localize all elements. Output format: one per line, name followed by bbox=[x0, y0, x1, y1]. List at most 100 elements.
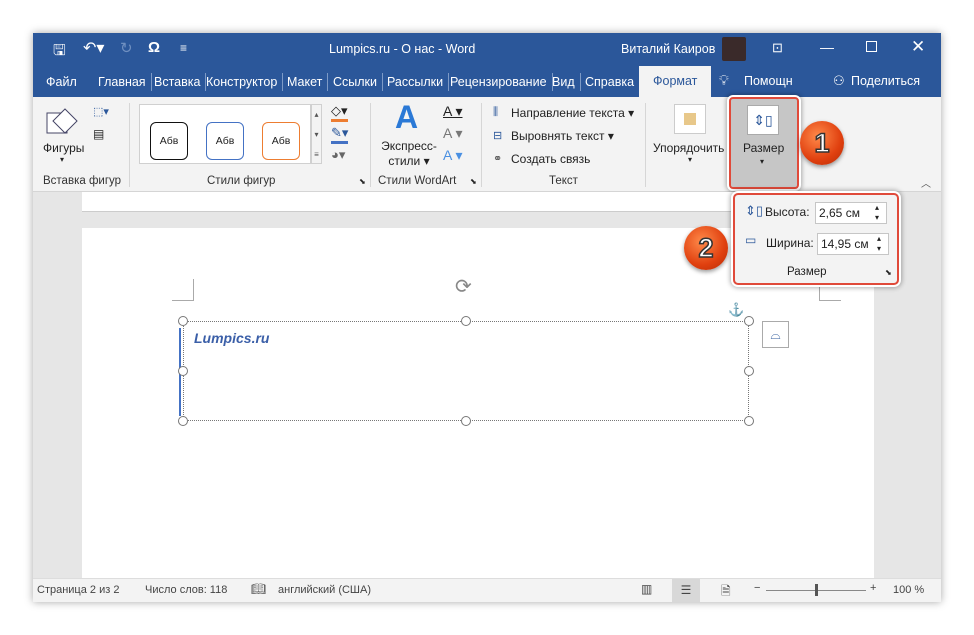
shape-outline-icon[interactable]: ✎▾ bbox=[331, 125, 349, 144]
tell-me-box[interactable]: Помощн bbox=[744, 74, 793, 88]
text-direction-button[interactable]: Направление текста ▾ bbox=[511, 106, 634, 120]
status-bar: Страница 2 из 2 Число слов: 118 📖︎ англи… bbox=[33, 578, 941, 602]
shape-fill-icon[interactable]: ◇▾ bbox=[331, 103, 348, 122]
symbol-icon[interactable]: Ω bbox=[148, 39, 160, 56]
maximize-button[interactable] bbox=[866, 41, 877, 52]
text-effects-icon[interactable]: A ▾ bbox=[443, 147, 462, 164]
anchor-icon: ⚓ bbox=[728, 302, 745, 317]
tab-home[interactable]: Главная bbox=[93, 73, 152, 91]
close-button[interactable]: ✕ bbox=[911, 37, 925, 57]
group-label: Вставка фигур bbox=[43, 175, 122, 187]
gallery-scroll[interactable]: ▴ ▾ ≡ bbox=[311, 104, 322, 164]
text-direction-icon: ⫼ bbox=[493, 106, 499, 118]
title-bar: 🖫 ↶▾ ↻ Ω ≡ Lumpics.ru - О нас - Word Вит… bbox=[33, 33, 941, 66]
share-button[interactable]: Поделиться bbox=[851, 74, 920, 88]
create-link-button[interactable]: Создать связь bbox=[511, 152, 590, 166]
read-mode-icon[interactable]: ▥ bbox=[641, 582, 652, 596]
tab-mailings[interactable]: Рассылки bbox=[382, 73, 450, 91]
tab-view[interactable]: Вид bbox=[547, 73, 581, 91]
text-box-content[interactable]: Lumpics.ru bbox=[194, 330, 269, 346]
dialog-launcher-icon[interactable]: ⬊ bbox=[470, 177, 477, 186]
customize-qat-icon[interactable]: ≡ bbox=[180, 41, 187, 55]
dialog-launcher-icon[interactable]: ⬊ bbox=[359, 177, 366, 186]
tab-design[interactable]: Конструктор bbox=[201, 73, 284, 91]
minimize-button[interactable]: — bbox=[820, 39, 834, 55]
group-label: Стили WordArt bbox=[378, 175, 457, 187]
align-text-icon: ⊟ bbox=[493, 130, 503, 142]
callout-badge-2: 2 bbox=[684, 226, 728, 270]
language[interactable]: английский (США) bbox=[278, 584, 371, 596]
link-icon: ⚭ bbox=[493, 153, 503, 165]
size-label: Размер bbox=[743, 141, 785, 155]
share-icon: ⚇ bbox=[833, 73, 845, 88]
text-outline-icon[interactable]: A ▾ bbox=[443, 125, 462, 142]
callout-badge-1: 1 bbox=[800, 121, 844, 165]
arrange-button[interactable]: Упорядочить bbox=[653, 141, 724, 155]
text-fill-icon[interactable]: A ▾ bbox=[443, 103, 462, 120]
shape-style-blue[interactable]: Абв bbox=[206, 122, 244, 160]
print-layout-icon[interactable]: ☰ bbox=[672, 579, 700, 602]
chevron-down-icon: ▾ bbox=[60, 155, 65, 164]
resize-handle[interactable] bbox=[744, 416, 754, 426]
rotate-handle-icon[interactable]: ⟳ bbox=[455, 274, 472, 299]
ribbon-display-icon[interactable]: ⊡ bbox=[772, 40, 783, 56]
width-icon: ▭ bbox=[745, 233, 757, 247]
width-label: Ширина: bbox=[766, 236, 814, 250]
quick-styles-button[interactable]: Экспресс-стили ▾ bbox=[379, 139, 439, 169]
collapse-ribbon-icon[interactable]: ︿ bbox=[921, 175, 931, 190]
redo-icon[interactable]: ↻ bbox=[120, 39, 133, 57]
tab-insert[interactable]: Вставка bbox=[149, 73, 207, 91]
document-title: Lumpics.ru - О нас - Word bbox=[329, 42, 476, 56]
shapes-icon bbox=[45, 105, 79, 139]
shape-style-black[interactable]: Абв bbox=[150, 122, 188, 160]
size-icon: ⇕▯ bbox=[747, 105, 779, 135]
tab-format[interactable]: Формат bbox=[639, 66, 712, 97]
user-name[interactable]: Виталий Каиров bbox=[621, 42, 715, 56]
word-window: 🖫 ↶▾ ↻ Ω ≡ Lumpics.ru - О нас - Word Вит… bbox=[33, 33, 941, 602]
resize-handle[interactable] bbox=[178, 366, 188, 376]
shape-style-orange[interactable]: Абв bbox=[262, 122, 300, 160]
size-panel: ⇕▯ Высота: 2,65 см ▴ ▾ ▭ Ширина: 14,95 см… bbox=[733, 193, 899, 285]
word-count[interactable]: Число слов: 118 bbox=[145, 584, 227, 596]
lightbulb-icon: 💡︎ bbox=[719, 72, 729, 88]
width-spinner[interactable]: ▴ ▾ bbox=[877, 234, 881, 254]
size-button[interactable]: ⇕▯ Размер ▾ bbox=[729, 97, 799, 189]
undo-icon[interactable]: ↶▾ bbox=[83, 38, 104, 58]
tab-layout[interactable]: Макет bbox=[282, 73, 329, 91]
shapes-button[interactable]: Фигуры bbox=[43, 141, 84, 155]
height-spinner[interactable]: ▴ ▾ bbox=[875, 203, 879, 223]
tab-file[interactable]: Файл bbox=[41, 73, 82, 91]
avatar[interactable] bbox=[722, 37, 746, 61]
zoom-level[interactable]: 100 % bbox=[893, 584, 924, 596]
zoom-slider-thumb[interactable] bbox=[815, 584, 818, 596]
zoom-in-button[interactable]: + bbox=[870, 582, 876, 594]
group-label: Текст bbox=[549, 175, 578, 187]
layout-options-icon[interactable]: ⌓ bbox=[762, 321, 789, 348]
arrange-icon bbox=[674, 104, 706, 134]
resize-handle[interactable] bbox=[744, 366, 754, 376]
tab-help[interactable]: Справка bbox=[580, 73, 641, 91]
resize-handle[interactable] bbox=[744, 316, 754, 326]
ribbon-tabs: Файл Главная Вставка Конструктор Макет С… bbox=[33, 66, 941, 97]
text-box-icon[interactable]: ▤ bbox=[93, 127, 104, 141]
chevron-down-icon: ▾ bbox=[760, 157, 765, 166]
shape-effects-icon[interactable]: ◕▾ bbox=[331, 147, 345, 163]
page-count[interactable]: Страница 2 из 2 bbox=[37, 584, 119, 596]
resize-handle[interactable] bbox=[178, 316, 188, 326]
group-label: Стили фигур bbox=[207, 175, 276, 187]
autosave-icon[interactable]: 🖫 bbox=[53, 40, 66, 65]
align-text-button[interactable]: Выровнять текст ▾ bbox=[511, 129, 614, 143]
tab-references[interactable]: Ссылки bbox=[328, 73, 384, 91]
edit-shape-icon[interactable]: ⬚▾ bbox=[93, 105, 109, 118]
tab-review[interactable]: Рецензирование bbox=[445, 73, 553, 91]
dialog-launcher-icon[interactable]: ⬊ bbox=[885, 268, 892, 277]
size-group-label: Размер bbox=[787, 266, 827, 278]
text-box[interactable]: Lumpics.ru bbox=[179, 321, 749, 421]
zoom-out-button[interactable]: − bbox=[754, 582, 760, 594]
resize-handle[interactable] bbox=[461, 316, 471, 326]
resize-handle[interactable] bbox=[461, 416, 471, 426]
proofing-icon[interactable]: 📖︎ bbox=[251, 582, 266, 596]
resize-handle[interactable] bbox=[178, 416, 188, 426]
chevron-down-icon: ▾ bbox=[688, 155, 693, 164]
web-layout-icon[interactable]: 🗎︎ bbox=[721, 582, 731, 603]
